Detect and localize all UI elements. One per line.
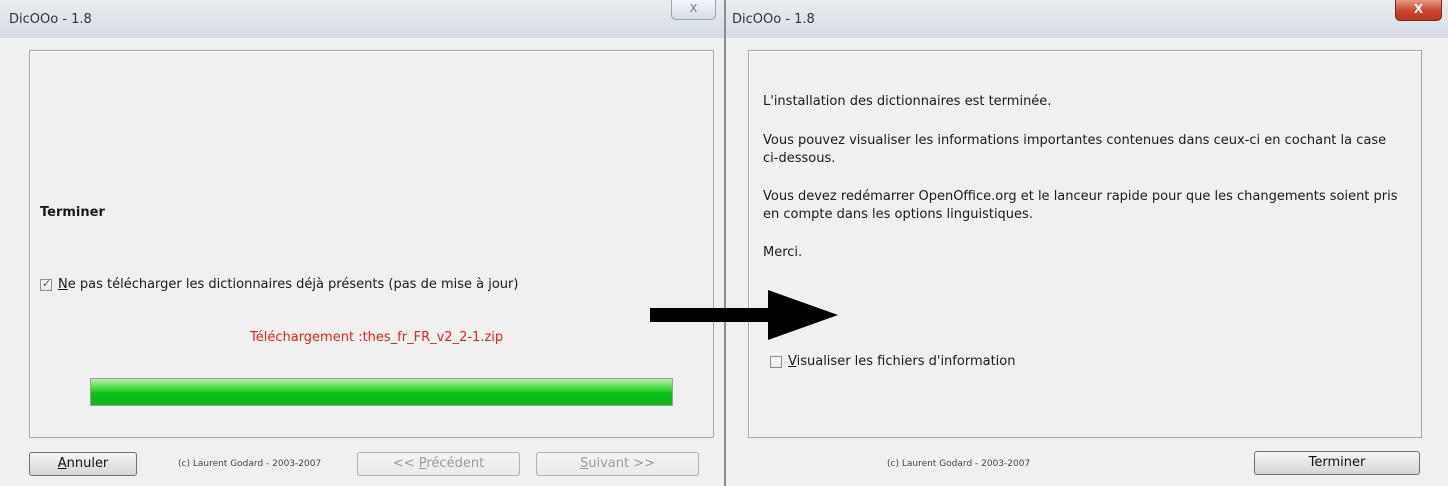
next-button[interactable]: Suivant >> bbox=[536, 452, 699, 476]
cancel-button[interactable]: Annuler bbox=[29, 452, 137, 476]
dicooo-window-download: DicOOo - 1.8 X Terminer Ne pas télécharg… bbox=[0, 0, 724, 486]
title-bar[interactable]: DicOOo - 1.8 X bbox=[726, 0, 1448, 38]
info-instructions-text: Vous pouvez visualiser les informations … bbox=[763, 133, 1387, 166]
download-progress-bar bbox=[90, 378, 673, 406]
restart-instructions-text: Vous devez redémarrer OpenOffice.org et … bbox=[763, 189, 1398, 222]
window-title: DicOOo - 1.8 bbox=[9, 12, 92, 27]
close-icon: X bbox=[689, 2, 698, 15]
title-bar[interactable]: DicOOo - 1.8 X bbox=[0, 0, 724, 38]
thanks-text: Merci. bbox=[763, 245, 803, 260]
page-heading: Terminer bbox=[40, 205, 105, 220]
right-arrow-icon bbox=[650, 290, 838, 340]
view-info-label[interactable]: Visualiser les fichiers d'information bbox=[788, 354, 1015, 369]
close-icon: X bbox=[1413, 2, 1424, 16]
previous-button[interactable]: << Précédent bbox=[357, 452, 520, 476]
skip-existing-checkbox-row[interactable]: Ne pas télécharger les dictionnaires déj… bbox=[40, 277, 518, 292]
skip-existing-checkbox[interactable] bbox=[40, 277, 52, 291]
view-info-checkbox-row[interactable]: Visualiser les fichiers d'information bbox=[770, 354, 1015, 369]
copyright-text: (c) Laurent Godard - 2003-2007 bbox=[887, 459, 1031, 469]
close-button[interactable]: X bbox=[1395, 0, 1442, 21]
download-status-text: Téléchargement :thes_fr_FR_v2_2-1.zip bbox=[250, 330, 504, 345]
dicooo-window-finished: DicOOo - 1.8 X bbox=[726, 0, 1448, 486]
view-info-checkbox[interactable] bbox=[770, 355, 782, 368]
install-complete-text: L'installation des dictionnaires est ter… bbox=[763, 94, 1052, 109]
copyright-text: (c) Laurent Godard - 2003-2007 bbox=[178, 459, 322, 469]
progress-fill bbox=[91, 379, 672, 405]
close-button[interactable]: X bbox=[671, 0, 716, 20]
finish-button[interactable]: Terminer bbox=[1254, 451, 1420, 475]
skip-existing-label[interactable]: Ne pas télécharger les dictionnaires déj… bbox=[58, 277, 518, 292]
window-title: DicOOo - 1.8 bbox=[732, 12, 815, 27]
